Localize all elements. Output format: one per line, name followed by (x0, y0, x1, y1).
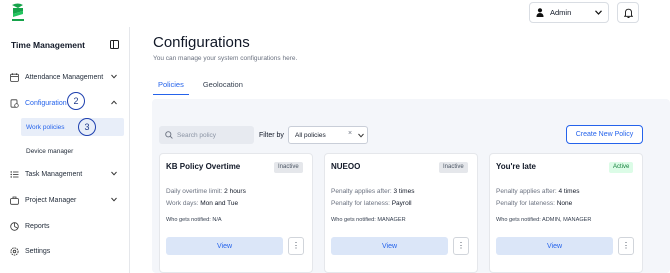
chevron-up-icon (111, 100, 117, 105)
sidebar-item-configuration[interactable]: Configuration (0, 94, 129, 112)
sidebar-item-label: Device manager (26, 147, 74, 155)
detail-label: Work days: (166, 200, 199, 207)
policy-card: NUEOO Inactive Penalty applies after: 3 … (324, 153, 478, 273)
view-button[interactable]: View (166, 237, 283, 255)
view-button[interactable]: View (331, 237, 448, 255)
detail-value: Payroll (391, 200, 412, 207)
sidebar-item-project-manager[interactable]: Project Manager (0, 191, 129, 209)
notified-text: Who gets notified: ADMIN, MANAGER (496, 217, 592, 223)
policies-panel: Search policy Filter by All policies × C… (152, 99, 670, 273)
sidebar-subitem-work-policies[interactable]: Work policies (21, 118, 124, 136)
bell-icon (623, 8, 633, 18)
filter-select[interactable]: All policies × (288, 126, 368, 144)
sidebar-item-label: Reports (25, 222, 50, 230)
policy-detail-2: Penalty for lateness: None (496, 200, 572, 207)
annotation-marker-2: 2 (67, 92, 85, 110)
tab-geolocation[interactable]: Geolocation (198, 79, 248, 95)
status-badge: Inactive (274, 162, 303, 173)
detail-label: Daily overtime limit: (166, 188, 223, 195)
sidebar-item-label: Project Manager (25, 196, 77, 204)
policy-detail-2: Penalty for lateness: Payroll (331, 200, 412, 207)
status-badge: Active (609, 162, 634, 173)
detail-label: Penalty for lateness: (496, 200, 555, 207)
detail-value: None (556, 200, 573, 207)
chevron-down-icon (595, 10, 602, 15)
notifications-button[interactable] (617, 2, 639, 23)
detail-label: Penalty applies after: (496, 188, 557, 195)
sidebar-subitem-device-manager[interactable]: Device manager (21, 142, 124, 160)
detail-value: Mon and Tue (200, 200, 239, 207)
main-content: Configurations You can manage your syste… (130, 27, 670, 273)
chevron-down-icon (111, 197, 117, 202)
sidebar-item-label: Work policies (26, 123, 65, 131)
filter-select-value: All policies (295, 131, 326, 139)
create-new-policy-button[interactable]: Create New Policy (566, 125, 643, 144)
policy-detail-1: Daily overtime limit: 2 hours (166, 188, 246, 195)
policy-card: You're late Active Penalty applies after… (489, 153, 643, 273)
clear-filter-icon[interactable]: × (348, 130, 352, 137)
gear-icon (10, 246, 19, 256)
policy-title: NUEOO (331, 162, 361, 171)
policy-card: KB Policy Overtime Inactive Daily overti… (159, 153, 313, 273)
detail-label: Penalty applies after: (331, 188, 392, 195)
search-input[interactable]: Search policy (159, 126, 254, 144)
more-vertical-icon[interactable]: ⋮ (453, 237, 469, 255)
sidebar-item-attendance-management[interactable]: Attendance Management (0, 68, 129, 86)
briefcase-icon (10, 196, 19, 205)
chevron-down-icon (111, 171, 117, 176)
sidebar-item-reports[interactable]: Reports (0, 217, 129, 235)
more-vertical-icon[interactable]: ⋮ (618, 237, 634, 255)
sidebar-item-task-management[interactable]: Task Management (0, 165, 129, 183)
notified-text: Who gets notified: N/A (166, 217, 222, 223)
sidebar-item-settings[interactable]: Settings (0, 242, 129, 260)
view-button[interactable]: View (496, 237, 613, 255)
policy-detail-1: Penalty applies after: 3 times (331, 188, 414, 195)
chevron-down-icon (111, 74, 117, 79)
status-badge: Inactive (439, 162, 468, 173)
person-icon (536, 8, 544, 17)
sidebar-collapse-icon[interactable] (110, 40, 119, 49)
calendar-icon (10, 72, 19, 82)
detail-value: 4 times (558, 188, 580, 195)
more-vertical-icon[interactable]: ⋮ (288, 237, 304, 255)
list-icon (10, 170, 19, 179)
annotation-marker-3: 3 (78, 118, 96, 136)
settings-doc-icon (10, 98, 19, 108)
tab-bar: Policies Geolocation (153, 79, 257, 99)
notified-text: Who gets notified: MANAGER (331, 217, 406, 223)
search-icon (165, 131, 173, 139)
top-bar: Admin (0, 0, 670, 27)
policy-detail-1: Penalty applies after: 4 times (496, 188, 579, 195)
sidebar-item-label: Settings (25, 247, 51, 255)
filter-label: Filter by (259, 132, 284, 139)
tab-policies[interactable]: Policies (153, 79, 189, 95)
page-subtitle: You can manage your system configuration… (153, 55, 298, 62)
page-title: Configurations (153, 34, 250, 51)
user-menu-label: Admin (550, 8, 572, 17)
reports-icon (10, 221, 19, 231)
app-logo[interactable] (9, 2, 27, 23)
sidebar-title: Time Management (11, 40, 86, 50)
sidebar-item-label: Configuration (25, 99, 67, 107)
sidebar: Time Management Attendance Management Co… (0, 27, 130, 273)
detail-value: 2 hours (224, 188, 246, 195)
sidebar-item-label: Task Management (25, 170, 83, 178)
detail-label: Penalty for lateness: (331, 200, 390, 207)
policy-detail-2: Work days: Mon and Tue (166, 200, 238, 207)
detail-value: 3 times (393, 188, 415, 195)
chevron-down-icon (358, 133, 364, 138)
search-placeholder: Search policy (177, 131, 217, 139)
policy-title: KB Policy Overtime (166, 162, 241, 171)
user-menu-button[interactable]: Admin (529, 2, 609, 23)
policy-title: You're late (496, 162, 536, 171)
sidebar-item-label: Attendance Management (25, 73, 104, 81)
